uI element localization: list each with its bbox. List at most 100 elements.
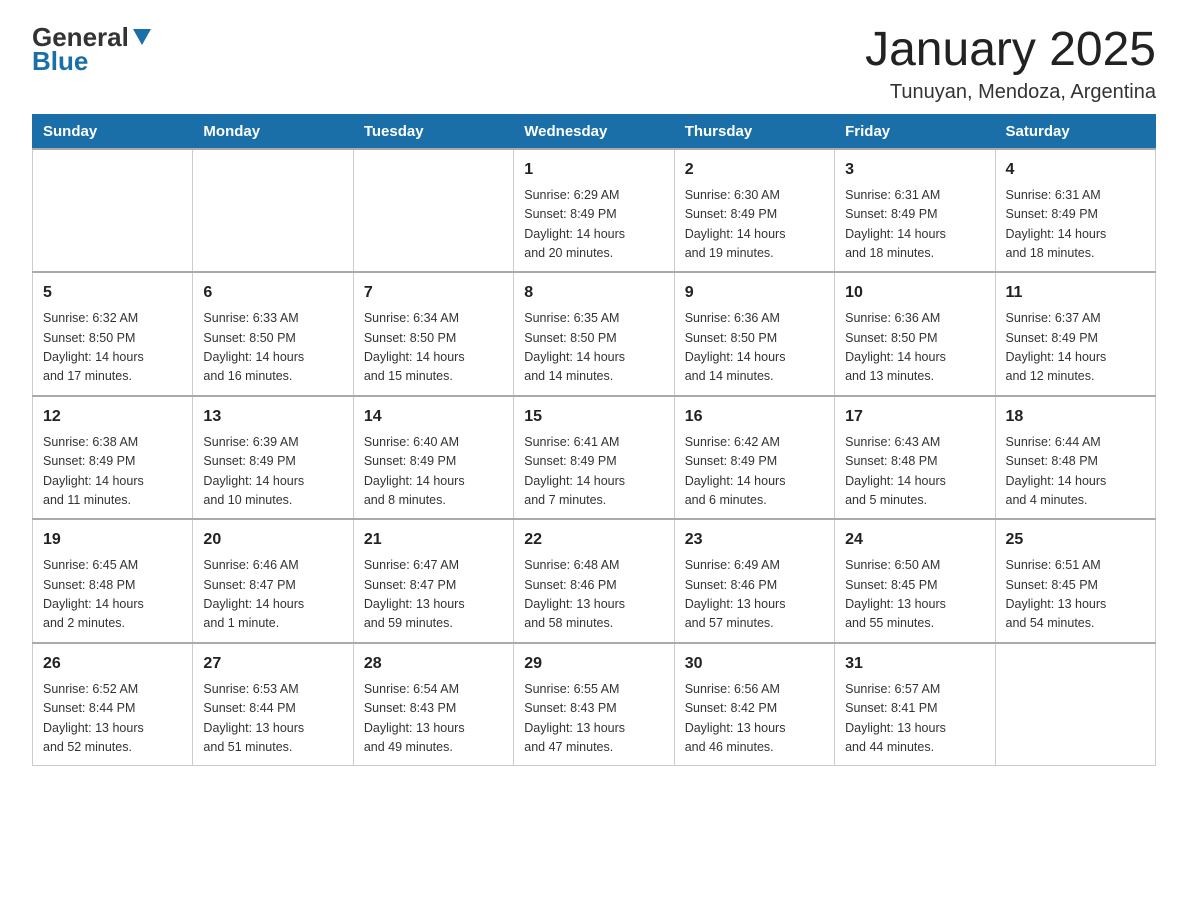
day-info: Sunrise: 6:31 AM Sunset: 8:49 PM Dayligh… bbox=[845, 186, 984, 264]
calendar-cell: 15 Sunrise: 6:41 AM Sunset: 8:49 PM Dayli… bbox=[514, 396, 674, 520]
day-number: 13 bbox=[203, 405, 342, 429]
day-info: Sunrise: 6:30 AM Sunset: 8:49 PM Dayligh… bbox=[685, 186, 824, 264]
day-info: Sunrise: 6:55 AM Sunset: 8:43 PM Dayligh… bbox=[524, 680, 663, 758]
day-info: Sunrise: 6:42 AM Sunset: 8:49 PM Dayligh… bbox=[685, 433, 824, 511]
day-number: 22 bbox=[524, 528, 663, 552]
day-number: 1 bbox=[524, 158, 663, 182]
day-number: 19 bbox=[43, 528, 182, 552]
day-number: 2 bbox=[685, 158, 824, 182]
day-number: 7 bbox=[364, 281, 503, 305]
calendar-week-row: 26 Sunrise: 6:52 AM Sunset: 8:44 PM Dayli… bbox=[33, 643, 1156, 766]
page-header: General Blue January 2025 Tunuyan, Mendo… bbox=[32, 24, 1156, 104]
calendar-week-row: 19 Sunrise: 6:45 AM Sunset: 8:48 PM Dayli… bbox=[33, 519, 1156, 643]
day-info: Sunrise: 6:53 AM Sunset: 8:44 PM Dayligh… bbox=[203, 680, 342, 758]
calendar-cell: 1 Sunrise: 6:29 AM Sunset: 8:49 PM Daylig… bbox=[514, 149, 674, 273]
day-number: 9 bbox=[685, 281, 824, 305]
day-info: Sunrise: 6:33 AM Sunset: 8:50 PM Dayligh… bbox=[203, 309, 342, 387]
day-number: 28 bbox=[364, 652, 503, 676]
col-friday: Friday bbox=[835, 114, 995, 149]
day-info: Sunrise: 6:56 AM Sunset: 8:42 PM Dayligh… bbox=[685, 680, 824, 758]
calendar-cell: 12 Sunrise: 6:38 AM Sunset: 8:49 PM Dayli… bbox=[33, 396, 193, 520]
day-number: 30 bbox=[685, 652, 824, 676]
day-number: 16 bbox=[685, 405, 824, 429]
day-number: 5 bbox=[43, 281, 182, 305]
day-info: Sunrise: 6:36 AM Sunset: 8:50 PM Dayligh… bbox=[685, 309, 824, 387]
calendar-cell: 27 Sunrise: 6:53 AM Sunset: 8:44 PM Dayli… bbox=[193, 643, 353, 766]
calendar-cell: 5 Sunrise: 6:32 AM Sunset: 8:50 PM Daylig… bbox=[33, 272, 193, 396]
calendar-cell: 31 Sunrise: 6:57 AM Sunset: 8:41 PM Dayli… bbox=[835, 643, 995, 766]
day-info: Sunrise: 6:34 AM Sunset: 8:50 PM Dayligh… bbox=[364, 309, 503, 387]
day-info: Sunrise: 6:35 AM Sunset: 8:50 PM Dayligh… bbox=[524, 309, 663, 387]
calendar-cell: 13 Sunrise: 6:39 AM Sunset: 8:49 PM Dayli… bbox=[193, 396, 353, 520]
day-info: Sunrise: 6:38 AM Sunset: 8:49 PM Dayligh… bbox=[43, 433, 182, 511]
day-info: Sunrise: 6:50 AM Sunset: 8:45 PM Dayligh… bbox=[845, 556, 984, 634]
calendar-cell: 20Sunrise: 6:46 AM Sunset: 8:47 PM Dayli… bbox=[193, 519, 353, 643]
calendar-cell: 9 Sunrise: 6:36 AM Sunset: 8:50 PM Daylig… bbox=[674, 272, 834, 396]
day-number: 12 bbox=[43, 405, 182, 429]
day-number: 15 bbox=[524, 405, 663, 429]
day-info: Sunrise: 6:48 AM Sunset: 8:46 PM Dayligh… bbox=[524, 556, 663, 634]
day-number: 20 bbox=[203, 528, 342, 552]
calendar-cell: 10 Sunrise: 6:36 AM Sunset: 8:50 PM Dayli… bbox=[835, 272, 995, 396]
day-info: Sunrise: 6:47 AM Sunset: 8:47 PM Dayligh… bbox=[364, 556, 503, 634]
calendar-cell: 3 Sunrise: 6:31 AM Sunset: 8:49 PM Daylig… bbox=[835, 149, 995, 273]
day-number: 17 bbox=[845, 405, 984, 429]
day-info: Sunrise: 6:52 AM Sunset: 8:44 PM Dayligh… bbox=[43, 680, 182, 758]
calendar-cell: 14 Sunrise: 6:40 AM Sunset: 8:49 PM Dayli… bbox=[353, 396, 513, 520]
calendar-cell: 29 Sunrise: 6:55 AM Sunset: 8:43 PM Dayli… bbox=[514, 643, 674, 766]
calendar-cell: 17 Sunrise: 6:43 AM Sunset: 8:48 PM Dayli… bbox=[835, 396, 995, 520]
day-info: Sunrise: 6:39 AM Sunset: 8:49 PM Dayligh… bbox=[203, 433, 342, 511]
day-number: 14 bbox=[364, 405, 503, 429]
day-info: Sunrise: 6:37 AM Sunset: 8:49 PM Dayligh… bbox=[1006, 309, 1145, 387]
calendar-cell: 21Sunrise: 6:47 AM Sunset: 8:47 PM Dayli… bbox=[353, 519, 513, 643]
day-number: 24 bbox=[845, 528, 984, 552]
day-number: 6 bbox=[203, 281, 342, 305]
logo-blue-text: Blue bbox=[32, 48, 88, 74]
day-info: Sunrise: 6:43 AM Sunset: 8:48 PM Dayligh… bbox=[845, 433, 984, 511]
day-info: Sunrise: 6:36 AM Sunset: 8:50 PM Dayligh… bbox=[845, 309, 984, 387]
calendar-cell: 23Sunrise: 6:49 AM Sunset: 8:46 PM Dayli… bbox=[674, 519, 834, 643]
calendar-cell: 4Sunrise: 6:31 AM Sunset: 8:49 PM Daylig… bbox=[995, 149, 1155, 273]
day-number: 26 bbox=[43, 652, 182, 676]
day-info: Sunrise: 6:31 AM Sunset: 8:49 PM Dayligh… bbox=[1006, 186, 1145, 264]
calendar-cell: 16 Sunrise: 6:42 AM Sunset: 8:49 PM Dayli… bbox=[674, 396, 834, 520]
calendar-cell bbox=[353, 149, 513, 273]
logo-triangle-icon bbox=[131, 25, 153, 47]
calendar-cell: 6 Sunrise: 6:33 AM Sunset: 8:50 PM Daylig… bbox=[193, 272, 353, 396]
calendar-cell: 24 Sunrise: 6:50 AM Sunset: 8:45 PM Dayli… bbox=[835, 519, 995, 643]
calendar-cell: 22 Sunrise: 6:48 AM Sunset: 8:46 PM Dayli… bbox=[514, 519, 674, 643]
day-number: 3 bbox=[845, 158, 984, 182]
calendar-week-row: 1 Sunrise: 6:29 AM Sunset: 8:49 PM Daylig… bbox=[33, 149, 1156, 273]
calendar-cell bbox=[995, 643, 1155, 766]
page-title: January 2025 bbox=[865, 24, 1156, 77]
day-number: 25 bbox=[1006, 528, 1145, 552]
calendar-week-row: 5 Sunrise: 6:32 AM Sunset: 8:50 PM Daylig… bbox=[33, 272, 1156, 396]
day-info: Sunrise: 6:49 AM Sunset: 8:46 PM Dayligh… bbox=[685, 556, 824, 634]
calendar-cell: 25Sunrise: 6:51 AM Sunset: 8:45 PM Dayli… bbox=[995, 519, 1155, 643]
day-info: Sunrise: 6:54 AM Sunset: 8:43 PM Dayligh… bbox=[364, 680, 503, 758]
col-monday: Monday bbox=[193, 114, 353, 149]
day-info: Sunrise: 6:41 AM Sunset: 8:49 PM Dayligh… bbox=[524, 433, 663, 511]
day-info: Sunrise: 6:57 AM Sunset: 8:41 PM Dayligh… bbox=[845, 680, 984, 758]
calendar-cell: 8Sunrise: 6:35 AM Sunset: 8:50 PM Daylig… bbox=[514, 272, 674, 396]
day-info: Sunrise: 6:29 AM Sunset: 8:49 PM Dayligh… bbox=[524, 186, 663, 264]
calendar-cell: 18Sunrise: 6:44 AM Sunset: 8:48 PM Dayli… bbox=[995, 396, 1155, 520]
calendar-cell: 28 Sunrise: 6:54 AM Sunset: 8:43 PM Dayli… bbox=[353, 643, 513, 766]
day-number: 31 bbox=[845, 652, 984, 676]
calendar-header-row: Sunday Monday Tuesday Wednesday Thursday… bbox=[33, 114, 1156, 149]
col-thursday: Thursday bbox=[674, 114, 834, 149]
calendar-cell: 30 Sunrise: 6:56 AM Sunset: 8:42 PM Dayli… bbox=[674, 643, 834, 766]
day-info: Sunrise: 6:32 AM Sunset: 8:50 PM Dayligh… bbox=[43, 309, 182, 387]
col-sunday: Sunday bbox=[33, 114, 193, 149]
calendar-cell bbox=[33, 149, 193, 273]
col-wednesday: Wednesday bbox=[514, 114, 674, 149]
day-number: 10 bbox=[845, 281, 984, 305]
day-number: 29 bbox=[524, 652, 663, 676]
col-saturday: Saturday bbox=[995, 114, 1155, 149]
calendar-week-row: 12 Sunrise: 6:38 AM Sunset: 8:49 PM Dayli… bbox=[33, 396, 1156, 520]
day-info: Sunrise: 6:40 AM Sunset: 8:49 PM Dayligh… bbox=[364, 433, 503, 511]
day-info: Sunrise: 6:45 AM Sunset: 8:48 PM Dayligh… bbox=[43, 556, 182, 634]
day-number: 27 bbox=[203, 652, 342, 676]
calendar-table: Sunday Monday Tuesday Wednesday Thursday… bbox=[32, 114, 1156, 767]
calendar-cell: 11Sunrise: 6:37 AM Sunset: 8:49 PM Dayli… bbox=[995, 272, 1155, 396]
